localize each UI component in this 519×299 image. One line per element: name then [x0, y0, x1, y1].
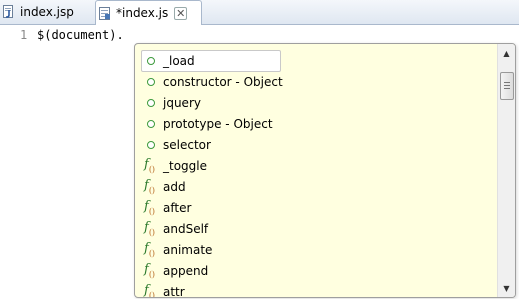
- completion-label: _load: [163, 53, 195, 68]
- completion-label: append: [163, 263, 209, 278]
- completion-label: andSelf: [163, 221, 209, 236]
- property-icon: [143, 116, 159, 132]
- completion-item[interactable]: f() after: [143, 197, 483, 218]
- completion-label: animate: [163, 242, 213, 257]
- property-icon: [143, 95, 159, 111]
- completion-label: jquery: [163, 95, 201, 110]
- autocomplete-popup: _load constructor - Object jquery prototype…: [134, 43, 516, 298]
- line-number: 1: [20, 28, 28, 42]
- completion-label: prototype - Object: [163, 116, 273, 131]
- scroll-thumb[interactable]: [500, 72, 514, 100]
- completion-label: attr: [163, 284, 185, 298]
- code-line[interactable]: $(document).: [37, 28, 124, 42]
- function-icon: f(): [144, 219, 156, 238]
- js-file-icon: [99, 6, 111, 20]
- property-icon: [143, 74, 159, 90]
- completion-item[interactable]: f() append: [143, 260, 483, 281]
- line-number-gutter: 1: [0, 25, 30, 299]
- function-icon: f(): [144, 156, 156, 175]
- scroll-down-icon[interactable]: ▼: [499, 280, 514, 296]
- completion-label: after: [163, 200, 192, 215]
- completion-label: selector: [163, 137, 211, 152]
- function-icon: f(): [144, 261, 156, 280]
- editor-tab-bar: index.jsp *index.js ✕: [0, 0, 519, 25]
- completion-item[interactable]: f() animate: [143, 239, 483, 260]
- jsp-file-icon: [3, 5, 15, 18]
- completion-item[interactable]: prototype - Object: [143, 113, 483, 134]
- tab-index-js[interactable]: *index.js ✕: [95, 0, 202, 25]
- close-icon[interactable]: ✕: [174, 6, 188, 20]
- function-icon: f(): [144, 282, 156, 298]
- completion-item[interactable]: selector: [143, 134, 483, 155]
- completion-item[interactable]: f() andSelf: [143, 218, 483, 239]
- tab-label: index.jsp: [20, 4, 74, 19]
- function-icon: f(): [144, 177, 156, 196]
- completion-item[interactable]: constructor - Object: [143, 71, 483, 92]
- vertical-scrollbar[interactable]: ▲ ▼: [497, 44, 515, 297]
- property-icon: [143, 53, 159, 69]
- completion-item[interactable]: jquery: [143, 92, 483, 113]
- property-icon: [143, 137, 159, 153]
- completion-item[interactable]: f() _toggle: [143, 155, 483, 176]
- completion-label: constructor - Object: [163, 74, 283, 89]
- completion-label: add: [163, 179, 186, 194]
- scroll-up-icon[interactable]: ▲: [499, 45, 514, 61]
- tab-label: *index.js: [116, 6, 169, 20]
- function-icon: f(): [144, 240, 156, 259]
- autocomplete-list: _load constructor - Object jquery prototype…: [135, 44, 497, 297]
- completion-label: _toggle: [163, 158, 207, 173]
- selection-highlight: [141, 50, 281, 72]
- completion-item[interactable]: _load: [141, 50, 483, 72]
- tab-index-jsp[interactable]: index.jsp: [0, 0, 88, 23]
- function-icon: f(): [144, 198, 156, 217]
- completion-item[interactable]: f() add: [143, 176, 483, 197]
- completion-item[interactable]: f() attr: [143, 281, 483, 298]
